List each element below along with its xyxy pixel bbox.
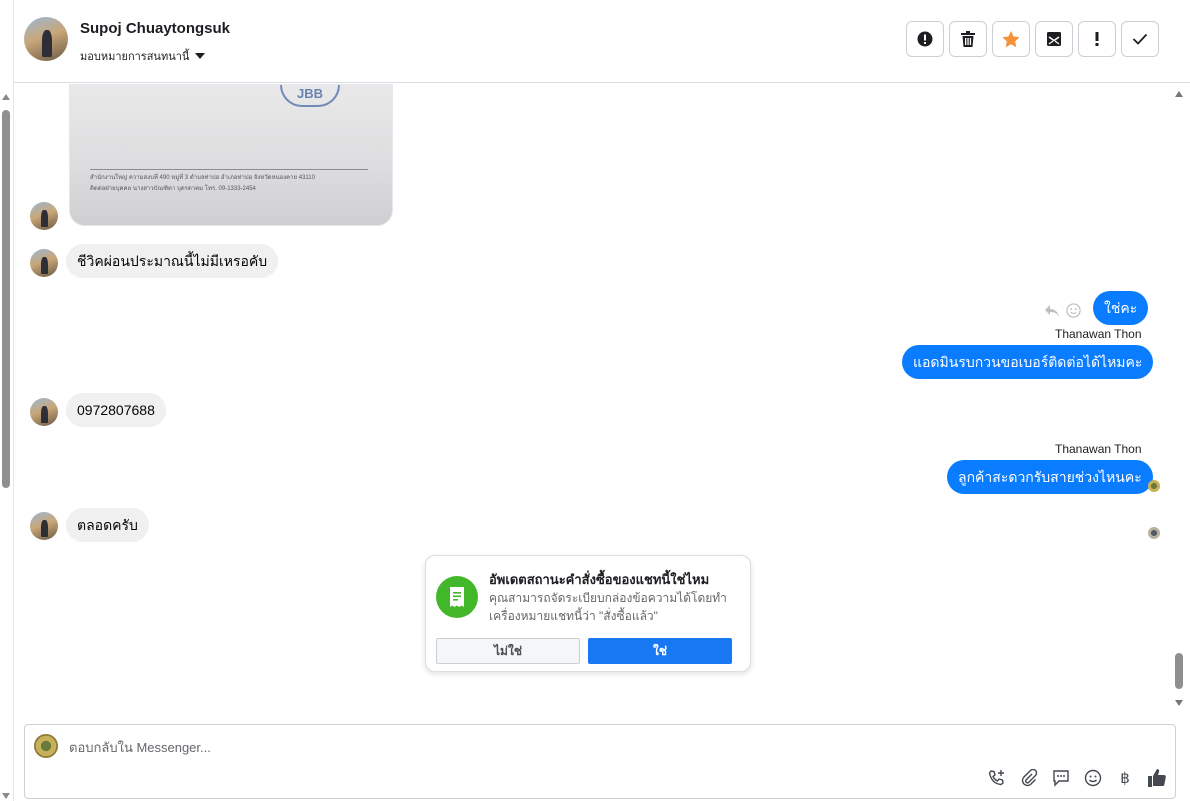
- chat-scroll-up-arrow[interactable]: [1175, 91, 1183, 97]
- emoji-react-icon[interactable]: [1066, 303, 1081, 318]
- thumbs-up-icon[interactable]: [1147, 768, 1167, 788]
- message-hover-actions: [1044, 303, 1081, 318]
- page-scrollbar[interactable]: [0, 90, 12, 801]
- avatar[interactable]: [30, 512, 58, 540]
- read-receipt-avatar: [1148, 527, 1160, 539]
- chat-scrollbar[interactable]: [1172, 84, 1186, 708]
- mark-unread-button[interactable]: [1035, 21, 1073, 57]
- receipt-icon: [436, 576, 478, 618]
- attachment-icon[interactable]: [1019, 768, 1039, 788]
- chevron-down-icon[interactable]: [195, 53, 206, 59]
- message-bubble-incoming[interactable]: ตลอดครับ: [66, 508, 149, 542]
- sender-name: Thanawan Thon: [1055, 442, 1142, 456]
- assign-label: มอบหมายการสนทนานี้: [80, 51, 190, 63]
- add-call-icon[interactable]: [987, 768, 1007, 788]
- contact-avatar[interactable]: [24, 17, 68, 61]
- checkmark-icon: [1132, 33, 1148, 45]
- conversation-header: Supoj Chuaytongsuk มอบหมายการสนทนานี้: [14, 0, 1190, 83]
- emoji-icon[interactable]: [1083, 768, 1103, 788]
- avatar[interactable]: [30, 202, 58, 230]
- reply-input[interactable]: [69, 737, 969, 757]
- document-rule: [90, 169, 368, 170]
- conversation-actions: [906, 21, 1159, 57]
- contact-name[interactable]: Supoj Chuaytongsuk: [80, 20, 230, 37]
- reply-composer: ฿: [24, 724, 1176, 799]
- document-contact-line: ติดต่อฝ่ายบุคคล นางสาวบัณฑิตา บุตรตาคม โ…: [90, 186, 256, 192]
- assign-conversation-dropdown[interactable]: มอบหมายการสนทนานี้: [80, 47, 206, 65]
- page-avatar: [34, 734, 58, 758]
- chat-scroll-thumb[interactable]: [1175, 653, 1183, 689]
- spam-button[interactable]: [906, 21, 944, 57]
- order-prompt-description: คุณสามารถจัดระเบียบกล่องข้อความได้โดยทำเ…: [489, 591, 727, 623]
- seen-avatar-icon: [1148, 480, 1160, 492]
- image-attachment[interactable]: JBB สำนักงานใหญ่ ความสงบที่ 490 หมู่ที่ …: [69, 84, 393, 226]
- scroll-down-arrow[interactable]: [2, 793, 10, 799]
- alert-circle-icon: [917, 31, 933, 47]
- reply-icon[interactable]: [1044, 304, 1060, 318]
- trash-icon: [961, 31, 975, 47]
- divider: [13, 0, 14, 801]
- message-bubble-outgoing[interactable]: ลูกค้าสะดวกรับสายช่วงไหนคะ: [947, 460, 1153, 494]
- order-prompt-title: อัพเดตสถานะคำสั่งซื้อของแชทนี้ใช่ไหม: [489, 572, 710, 587]
- messenger-conversation: Supoj Chuaytongsuk มอบหมายการสนทนานี้ JB…: [0, 0, 1190, 801]
- message-bubble-outgoing[interactable]: ใช่คะ: [1093, 291, 1149, 325]
- yes-button[interactable]: ใช่: [588, 638, 732, 664]
- avatar[interactable]: [30, 249, 58, 277]
- message-bubble-incoming[interactable]: ชีวิคผ่อนประมาณนี้ไม่มีเหรอคับ: [66, 244, 279, 278]
- message-bubble-outgoing[interactable]: แอดมินรบกวนขอเบอร์ติดต่อได้ไหมคะ: [902, 345, 1154, 379]
- document-address-line: สำนักงานใหญ่ ความสงบที่ 490 หมู่ที่ 3 ตำ…: [90, 175, 315, 181]
- sender-name: Thanawan Thon: [1055, 327, 1142, 341]
- document-stamp-logo: JBB: [280, 85, 340, 107]
- avatar[interactable]: [30, 398, 58, 426]
- message-bubble-incoming[interactable]: 0972807688: [66, 393, 166, 427]
- star-button[interactable]: [992, 21, 1030, 57]
- scroll-thumb[interactable]: [2, 110, 10, 488]
- chat-scroll-down-arrow[interactable]: [1175, 700, 1183, 706]
- baht-icon[interactable]: ฿: [1115, 768, 1135, 788]
- composer-toolbar: ฿: [987, 768, 1167, 788]
- envelope-icon: [1047, 32, 1061, 46]
- exclamation-icon: [1095, 32, 1099, 46]
- done-button[interactable]: [1121, 21, 1159, 57]
- no-button[interactable]: ไม่ใช่: [436, 638, 580, 664]
- star-icon: [1002, 30, 1020, 47]
- order-status-prompt: อัพเดตสถานะคำสั่งซื้อของแชทนี้ใช่ไหม คุณ…: [425, 555, 751, 672]
- scroll-up-arrow[interactable]: [2, 94, 10, 100]
- saved-replies-icon[interactable]: [1051, 768, 1071, 788]
- delete-button[interactable]: [949, 21, 987, 57]
- follow-up-button[interactable]: [1078, 21, 1116, 57]
